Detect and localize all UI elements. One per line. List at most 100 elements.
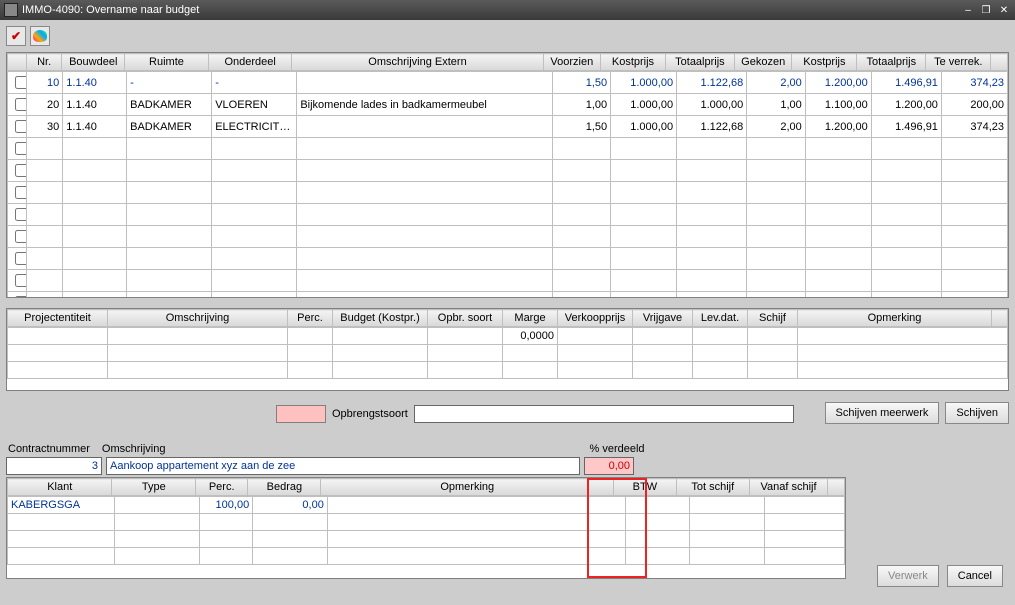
col-perc2[interactable]: Perc. xyxy=(288,310,333,327)
table-row[interactable]: 201.1.40BADKAMERVLOERENBijkomende lades … xyxy=(8,94,1008,116)
col-vanaf-schijf[interactable]: Vanaf schijf xyxy=(749,479,827,496)
col-totaalprijs[interactable]: Totaalprijs xyxy=(665,54,734,71)
col-omschrijving2[interactable]: Omschrijving xyxy=(108,310,288,327)
col-opmerking3[interactable]: Opmerking xyxy=(321,479,614,496)
table-row[interactable] xyxy=(8,226,1008,248)
row-checkbox[interactable] xyxy=(15,76,27,89)
table-row[interactable]: 0,0000 xyxy=(8,328,1008,345)
col-type[interactable]: Type xyxy=(112,479,196,496)
opbrengst-input[interactable] xyxy=(414,405,794,423)
grid-klant-header: Klant Type Perc. Bedrag Opmerking BTW To… xyxy=(7,478,845,496)
col-marge[interactable]: Marge xyxy=(503,310,558,327)
confirm-button[interactable]: ✔ xyxy=(6,26,26,46)
window-title: IMMO-4090: Overname naar budget xyxy=(22,4,961,16)
row-checkbox[interactable] xyxy=(15,274,27,287)
restore-icon[interactable]: ❐ xyxy=(979,3,993,17)
table-row[interactable]: 101.1.40--1,501.000,001.122,682,001.200,… xyxy=(8,72,1008,94)
row-checkbox[interactable] xyxy=(15,142,27,155)
toolbar: ✔ xyxy=(6,24,1009,48)
table-row[interactable] xyxy=(8,345,1008,362)
grid-klant-body[interactable]: KABERGSGA100,000,00 xyxy=(7,496,845,578)
row-checkbox[interactable] xyxy=(15,230,27,243)
col-omschrijving-extern[interactable]: Omschrijving Extern xyxy=(292,54,543,71)
col-opbr-soort[interactable]: Opbr. soort xyxy=(428,310,503,327)
contractnummer-input[interactable] xyxy=(6,457,102,475)
cancel-button[interactable]: Cancel xyxy=(947,565,1003,587)
grid-main-body[interactable]: 101.1.40--1,501.000,001.122,682,001.200,… xyxy=(7,71,1008,297)
grid-klant: Klant Type Perc. Bedrag Opmerking BTW To… xyxy=(6,477,846,579)
grid-main: Nr. Bouwdeel Ruimte Onderdeel Omschrijvi… xyxy=(6,52,1009,298)
table-row[interactable] xyxy=(8,138,1008,160)
row-checkbox[interactable] xyxy=(15,186,27,199)
schijven-button[interactable]: Schijven xyxy=(945,402,1009,424)
table-row[interactable] xyxy=(8,548,845,565)
table-row[interactable] xyxy=(8,270,1008,292)
grid-project-header: Projectentiteit Omschrijving Perc. Budge… xyxy=(7,309,1008,327)
col-kostprijs2[interactable]: Kostprijs xyxy=(792,54,857,71)
col-opmerking2[interactable]: Opmerking xyxy=(798,310,992,327)
grid-project: Projectentiteit Omschrijving Perc. Budge… xyxy=(6,308,1009,391)
col-scroll-spacer3 xyxy=(828,479,845,496)
col-tot-schijf[interactable]: Tot schijf xyxy=(676,479,749,496)
col-budget[interactable]: Budget (Kostpr.) xyxy=(333,310,428,327)
pct-verdeeld-label: % verdeeld xyxy=(590,443,645,455)
col-schijf[interactable]: Schijf xyxy=(748,310,798,327)
col-bedrag[interactable]: Bedrag xyxy=(248,479,321,496)
row-checkbox[interactable] xyxy=(15,98,27,111)
table-row[interactable]: 301.1.40BADKAMERELECTRICITEIT1,501.000,0… xyxy=(8,116,1008,138)
table-row[interactable] xyxy=(8,292,1008,298)
col-scroll-spacer xyxy=(991,54,1008,71)
close-icon[interactable]: ✕ xyxy=(997,3,1011,17)
row-checkbox[interactable] xyxy=(15,296,27,297)
grid-klant-rows: KABERGSGA100,000,00 xyxy=(7,496,845,565)
table-row[interactable] xyxy=(8,531,845,548)
col-te-verrek[interactable]: Te verrek. xyxy=(926,54,991,71)
minimize-icon[interactable]: – xyxy=(961,3,975,17)
opbrengst-color-box xyxy=(276,405,326,423)
table-row[interactable] xyxy=(8,362,1008,379)
col-select xyxy=(8,54,27,71)
grid-project-body[interactable]: 0,0000 xyxy=(7,327,1008,390)
contract-row: Contractnummer Omschrijving % verdeeld xyxy=(6,443,1009,455)
check-icon: ✔ xyxy=(11,29,21,43)
table-row[interactable]: KABERGSGA100,000,00 xyxy=(8,497,845,514)
app-icon xyxy=(4,3,18,17)
opbrengst-label: Opbrengstsoort xyxy=(332,408,408,420)
schijven-meerwerk-button[interactable]: Schijven meerwerk xyxy=(825,402,940,424)
col-vrijgave[interactable]: Vrijgave xyxy=(633,310,693,327)
contractnummer-label: Contractnummer xyxy=(8,443,90,455)
col-bouwdeel[interactable]: Bouwdeel xyxy=(62,54,125,71)
col-btw[interactable]: BTW xyxy=(614,479,677,496)
contract-omschrijving-label: Omschrijving xyxy=(102,443,166,455)
contract-omschrijving-input[interactable] xyxy=(106,457,580,475)
verwerk-button[interactable]: Verwerk xyxy=(877,565,939,587)
table-row[interactable] xyxy=(8,160,1008,182)
grid-project-rows: 0,0000 xyxy=(7,327,1008,379)
palette-icon xyxy=(33,30,47,42)
col-klant[interactable]: Klant xyxy=(8,479,112,496)
palette-button[interactable] xyxy=(30,26,50,46)
col-perc3[interactable]: Perc. xyxy=(196,479,248,496)
table-row[interactable] xyxy=(8,204,1008,226)
grid-main-rows: 101.1.40--1,501.000,001.122,682,001.200,… xyxy=(7,71,1008,297)
col-voorzien[interactable]: Voorzien xyxy=(543,54,601,71)
col-totaalprijs2[interactable]: Totaalprijs xyxy=(857,54,926,71)
col-verkoopprijs[interactable]: Verkoopprijs xyxy=(558,310,633,327)
col-ruimte[interactable]: Ruimte xyxy=(125,54,209,71)
row-checkbox[interactable] xyxy=(15,208,27,221)
table-row[interactable] xyxy=(8,514,845,531)
row-checkbox[interactable] xyxy=(15,164,27,177)
col-nr[interactable]: Nr. xyxy=(26,54,62,71)
row-checkbox[interactable] xyxy=(15,120,27,133)
col-lev-dat[interactable]: Lev.dat. xyxy=(693,310,748,327)
col-kostprijs[interactable]: Kostprijs xyxy=(601,54,666,71)
col-onderdeel[interactable]: Onderdeel xyxy=(208,54,292,71)
col-scroll-spacer2 xyxy=(992,310,1008,327)
col-projectentiteit[interactable]: Projectentiteit xyxy=(8,310,108,327)
table-row[interactable] xyxy=(8,182,1008,204)
row-checkbox[interactable] xyxy=(15,252,27,265)
grid-main-header: Nr. Bouwdeel Ruimte Onderdeel Omschrijvi… xyxy=(7,53,1008,71)
col-gekozen[interactable]: Gekozen xyxy=(734,54,792,71)
table-row[interactable] xyxy=(8,248,1008,270)
pct-verdeeld-input[interactable] xyxy=(584,457,634,475)
